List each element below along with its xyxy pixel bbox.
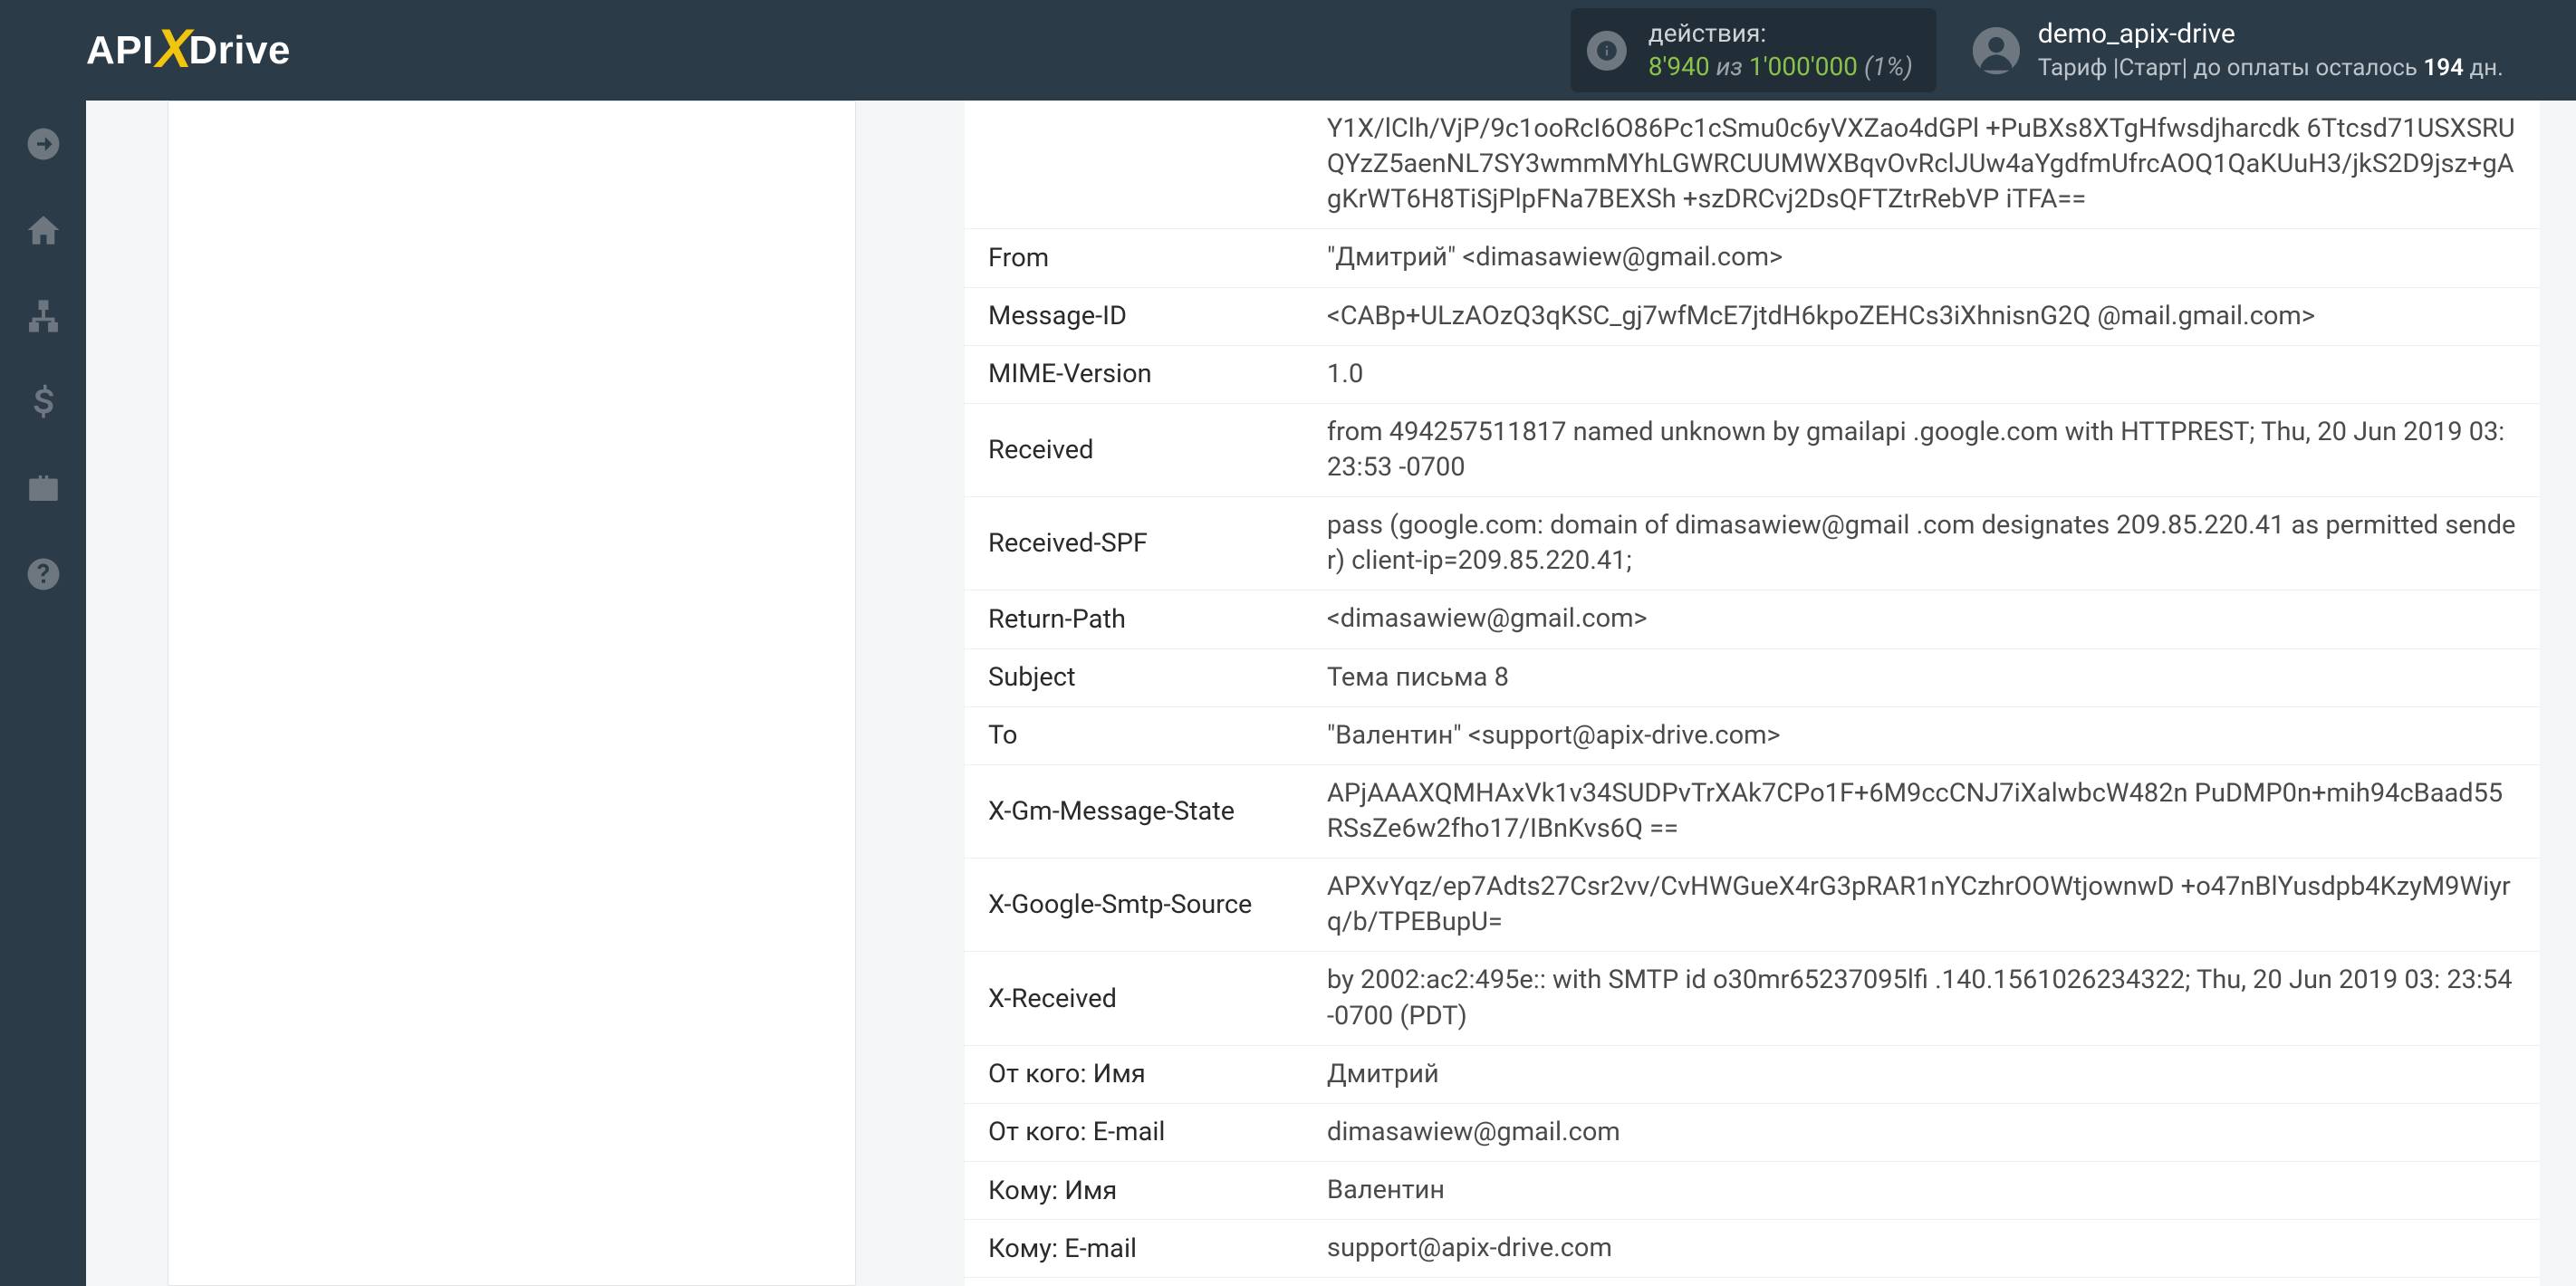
data-table: Y1X/lClh/VjP/9c1ooRcI6O86Pc1cSmu0c6yVXZa… [965, 101, 2540, 1278]
table-value: dimasawiew@gmail.com [1318, 1104, 2540, 1161]
table-key: Кому: E-mail [965, 1220, 1318, 1277]
table-value: <dimasawiew@gmail.com> [1318, 590, 2540, 648]
table-value: support@apix-drive.com [1318, 1220, 2540, 1277]
actions-of: из [1716, 52, 1743, 82]
table-key: X-Gm-Message-State [965, 765, 1318, 858]
table-key [965, 101, 1318, 228]
table-key: Message-ID [965, 288, 1318, 345]
sidebar-item-briefcase[interactable] [0, 445, 86, 531]
table-value: <CABp+ULzAOzQ3qKSC_gj7wfMcE7jtdH6kpoZEHC… [1318, 288, 2540, 345]
table-row: Receivedfrom 494257511817 named unknown … [965, 404, 2540, 497]
tariff-suffix: дн. [2464, 54, 2504, 82]
table-row: X-Gm-Message-StateAPjAAAXQMHAxVk1v34SUDP… [965, 765, 2540, 859]
table-value: Тема письма 8 [1318, 649, 2540, 706]
table-row: Y1X/lClh/VjP/9c1ooRcI6O86Pc1cSmu0c6yVXZa… [965, 101, 2540, 229]
table-key: MIME-Version [965, 346, 1318, 403]
sidebar [0, 101, 86, 1286]
table-row: Кому: ИмяВалентин [965, 1162, 2540, 1220]
table-value: Y1X/lClh/VjP/9c1ooRcI6O86Pc1cSmu0c6yVXZa… [1318, 101, 2540, 228]
left-panel [168, 101, 856, 1286]
user-name: demo_apix-drive [2038, 16, 2504, 53]
table-key: От кого: E-mail [965, 1104, 1318, 1161]
logo-api: API [86, 28, 154, 73]
table-value: Валентин [1318, 1162, 2540, 1219]
info-icon [1587, 31, 1627, 71]
left-card [168, 101, 856, 1286]
user-tariff: Тариф |Старт| до оплаты осталось 194 дн. [2038, 53, 2504, 84]
table-value: by 2002:ac2:495e:: with SMTP id o30mr652… [1318, 952, 2540, 1044]
table-row: X-Receivedby 2002:ac2:495e:: with SMTP i… [965, 952, 2540, 1045]
table-value: Дмитрий [1318, 1046, 2540, 1103]
table-row: X-Google-Smtp-SourceAPXvYqz/ep7Adts27Csr… [965, 859, 2540, 952]
main: Y1X/lClh/VjP/9c1ooRcI6O86Pc1cSmu0c6yVXZa… [86, 101, 2576, 1286]
table-key: Subject [965, 649, 1318, 706]
table-row: From"Дмитрий" <dimasawiew@gmail.com> [965, 229, 2540, 287]
table-key: X-Google-Smtp-Source [965, 859, 1318, 951]
logo[interactable]: API X Drive [86, 19, 291, 82]
tariff-prefix: Тариф |Старт| до оплаты осталось [2038, 54, 2424, 82]
table-key: From [965, 229, 1318, 286]
header: API X Drive действия: 8'940 из 1'000'000… [0, 0, 2576, 101]
user-text: demo_apix-drive Тариф |Старт| до оплаты … [2038, 16, 2504, 85]
sitemap-icon [24, 297, 62, 335]
actions-numbers: 8'940 из 1'000'000 (1%) [1648, 51, 1913, 83]
briefcase-icon [24, 469, 62, 507]
table-value: from 494257511817 named unknown by gmail… [1318, 404, 2540, 496]
table-key: Кому: Имя [965, 1162, 1318, 1219]
sidebar-item-billing[interactable] [0, 359, 86, 445]
table-value: "Дмитрий" <dimasawiew@gmail.com> [1318, 229, 2540, 286]
user-icon [1973, 27, 2020, 74]
table-value: APXvYqz/ep7Adts27Csr2vv/CvHWGueX4rG3pRAR… [1318, 859, 2540, 951]
sidebar-item-home[interactable] [0, 187, 86, 273]
table-row: От кого: E-maildimasawiew@gmail.com [965, 1104, 2540, 1162]
actions-box[interactable]: действия: 8'940 из 1'000'000 (1%) [1571, 8, 1937, 92]
user-box[interactable]: demo_apix-drive Тариф |Старт| до оплаты … [1973, 16, 2504, 85]
table-key: Received-SPF [965, 497, 1318, 590]
actions-text: действия: 8'940 из 1'000'000 (1%) [1648, 17, 1913, 83]
table-value: 1.0 [1318, 346, 2540, 403]
table-key: X-Received [965, 952, 1318, 1044]
question-circle-icon [24, 555, 62, 593]
home-icon [24, 211, 62, 249]
actions-label: действия: [1648, 17, 1913, 50]
table-key: Received [965, 404, 1318, 496]
table-row: Received-SPFpass (google.com: domain of … [965, 497, 2540, 590]
table-row: To"Валентин" <support@apix-drive.com> [965, 707, 2540, 765]
table-row: SubjectТема письма 8 [965, 649, 2540, 707]
footer-actions: Редактировать Загрузить тестовые данные … [965, 1278, 2540, 1286]
table-value: "Валентин" <support@apix-drive.com> [1318, 707, 2540, 764]
tariff-days: 194 [2423, 54, 2464, 82]
actions-used: 8'940 [1648, 52, 1710, 82]
table-value: APjAAAXQMHAxVk1v34SUDPvTrXAk7CPo1F+6M9cc… [1318, 765, 2540, 858]
dollar-icon [24, 383, 62, 421]
logo-x: X [156, 17, 193, 80]
header-right: действия: 8'940 из 1'000'000 (1%) demo_a… [1571, 0, 2504, 101]
sidebar-item-help[interactable] [0, 531, 86, 617]
table-row: Return-Path<dimasawiew@gmail.com> [965, 590, 2540, 648]
actions-percent: (1%) [1864, 52, 1913, 82]
table-key: To [965, 707, 1318, 764]
right-panel: Y1X/lClh/VjP/9c1ooRcI6O86Pc1cSmu0c6yVXZa… [965, 101, 2540, 1286]
table-value: pass (google.com: domain of dimasawiew@g… [1318, 497, 2540, 590]
table-row: Кому: E-mailsupport@apix-drive.com [965, 1220, 2540, 1278]
sidebar-item-connections[interactable] [0, 273, 86, 359]
table-row: MIME-Version1.0 [965, 346, 2540, 404]
table-key: От кого: Имя [965, 1046, 1318, 1103]
sidebar-item-arrow[interactable] [0, 101, 86, 187]
table-row: Message-ID<CABp+ULzAOzQ3qKSC_gj7wfMcE7jt… [965, 288, 2540, 346]
arrow-right-circle-icon [24, 125, 62, 163]
logo-drive: Drive [188, 28, 291, 73]
table-key: Return-Path [965, 590, 1318, 648]
actions-total: 1'000'000 [1749, 52, 1858, 82]
table-row: От кого: ИмяДмитрий [965, 1046, 2540, 1104]
